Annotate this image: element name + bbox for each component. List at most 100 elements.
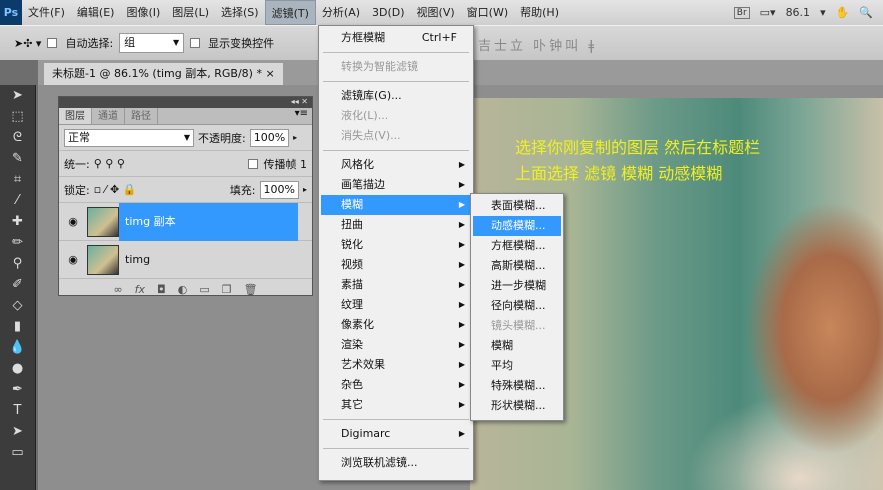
tab-paths[interactable]: 路径 — [125, 108, 158, 124]
menu-item-filter-group[interactable]: 素描 ▶ — [321, 275, 471, 295]
menu-item-filter-group[interactable]: 纹理 ▶ — [321, 295, 471, 315]
menu-filter[interactable]: 滤镜(T) — [264, 0, 316, 25]
menu-select[interactable]: 选择(S) — [215, 0, 265, 25]
menu-edit[interactable]: 编辑(E) — [71, 0, 121, 25]
panel-menu-icon[interactable]: ▾≡ — [295, 108, 312, 124]
menu-item-filter-group[interactable]: 模糊 ▶ — [321, 195, 471, 215]
menu-3d[interactable]: 3D(D) — [366, 0, 411, 25]
crop-tool-icon[interactable]: ⌗ — [0, 169, 35, 190]
menu-item-blur[interactable]: 表面模糊... — [473, 196, 561, 216]
lock-icons[interactable]: ▫ ⁄ ✥ 🔒 — [94, 183, 137, 196]
path-select-tool-icon[interactable]: ➤ — [0, 421, 35, 442]
dodge-tool-icon[interactable]: ● — [0, 358, 35, 379]
pen-tool-icon[interactable]: ✒ — [0, 379, 35, 400]
menu-analysis[interactable]: 分析(A) — [316, 0, 366, 25]
menu-item-last-filter[interactable]: 方框模糊 Ctrl+F — [321, 28, 471, 48]
eye-icon[interactable]: ◉ — [59, 253, 87, 266]
menu-item-blur[interactable]: 方框模糊... — [473, 236, 561, 256]
eyedropper-tool-icon[interactable]: ⁄ — [0, 190, 35, 211]
brush-tool-icon[interactable]: ✏ — [0, 232, 35, 253]
menu-item-digimarc[interactable]: Digimarc ▶ — [321, 424, 471, 444]
menu-item-blur[interactable]: 特殊模糊... — [473, 376, 561, 396]
history-brush-icon[interactable]: ✐ — [0, 274, 35, 295]
move-tool-icon[interactable]: ➤ — [0, 85, 35, 106]
menu-item-filter-group[interactable]: 扭曲 ▶ — [321, 215, 471, 235]
eraser-tool-icon[interactable]: ◇ — [0, 295, 35, 316]
fill-slider-button[interactable]: ▸ — [303, 185, 307, 194]
layer-row[interactable]: ◉ timg — [59, 241, 312, 279]
eye-icon[interactable]: ◉ — [59, 215, 87, 228]
group-folder-icon[interactable]: ▭ — [199, 283, 209, 296]
zoom-icon[interactable]: 🔍 — [859, 6, 873, 19]
menu-item-filter-group[interactable]: 杂色 ▶ — [321, 375, 471, 395]
menu-image[interactable]: 图像(I) — [120, 0, 166, 25]
menu-item-browse-online[interactable]: 浏览联机滤镜... — [321, 453, 471, 473]
type-tool-icon[interactable]: T — [0, 400, 35, 421]
menu-view[interactable]: 视图(V) — [411, 0, 461, 25]
menu-item-filter-group[interactable]: 视频 ▶ — [321, 255, 471, 275]
auto-select-checkbox[interactable] — [47, 38, 58, 48]
menu-item-blur[interactable]: 动感模糊... — [473, 216, 561, 236]
zoom-dropdown-icon[interactable]: ▾ — [820, 6, 826, 19]
shape-tool-icon[interactable]: ▭ — [0, 442, 35, 463]
propagate-checkbox[interactable] — [247, 158, 258, 169]
menu-help[interactable]: 帮助(H) — [514, 0, 565, 25]
menu-window[interactable]: 窗口(W) — [461, 0, 514, 25]
document-tab[interactable]: 未标题-1 @ 86.1% (timg 副本, RGB/8) * × — [44, 63, 283, 85]
menu-item-filter-group[interactable]: 锐化 ▶ — [321, 235, 471, 255]
menu-item-filter-group[interactable]: 像素化 ▶ — [321, 315, 471, 335]
fill-input[interactable]: 100% — [259, 180, 299, 199]
opacity-slider-button[interactable]: ▸ — [293, 133, 297, 142]
marquee-tool-icon[interactable]: ⬚ — [0, 106, 35, 127]
submenu-arrow-icon: ▶ — [458, 300, 465, 309]
lasso-tool-icon[interactable]: ᘓ — [0, 127, 35, 148]
trash-icon[interactable]: 🗑 — [244, 283, 258, 296]
bridge-button[interactable]: Br — [733, 6, 750, 19]
menu-item-blur[interactable]: 模糊 — [473, 336, 561, 356]
unify-icons[interactable]: ⚲ ⚲ ⚲ — [94, 157, 125, 170]
close-icon[interactable]: × — [265, 67, 274, 80]
tab-layers[interactable]: 图层 — [59, 108, 92, 124]
menu-item-filter-group[interactable]: 艺术效果 ▶ — [321, 355, 471, 375]
menu-item-blur[interactable]: 进一步模糊 — [473, 276, 561, 296]
filter-group-label: 锐化 — [341, 238, 363, 251]
layer-row[interactable]: ◉ timg 副本 — [59, 202, 312, 241]
submenu-arrow-icon: ▶ — [458, 320, 465, 329]
mask-icon[interactable]: ◘ — [157, 283, 166, 296]
opacity-input[interactable]: 100% — [249, 128, 290, 147]
blend-mode-select[interactable]: 正常 ▼ — [64, 128, 194, 147]
quick-select-tool-icon[interactable]: ✎ — [0, 148, 35, 169]
panel-header[interactable]: ◂◂ ✕ — [59, 97, 312, 108]
screen-mode-icon[interactable]: ▭▾ — [760, 6, 776, 19]
fx-icon[interactable]: fx — [135, 283, 145, 296]
adjustment-icon[interactable]: ◐ — [178, 283, 188, 296]
align-icons[interactable]: 吉士立 卟钟叫 ǂ — [478, 35, 597, 54]
menu-file[interactable]: 文件(F) — [22, 0, 71, 25]
move-tool-icon[interactable]: ➤✣ ▾ — [14, 37, 41, 50]
filter-group-label: 扭曲 — [341, 218, 363, 231]
menu-layer[interactable]: 图层(L) — [166, 0, 215, 25]
menu-item-filter-group[interactable]: 其它 ▶ — [321, 395, 471, 415]
menu-item-blur[interactable]: 高斯模糊... — [473, 256, 561, 276]
menu-bar: Ps 文件(F) 编辑(E) 图像(I) 图层(L) 选择(S) 滤镜(T) 分… — [0, 0, 883, 25]
link-icon[interactable]: ∞ — [113, 283, 122, 296]
menu-item-filter-group[interactable]: 渲染 ▶ — [321, 335, 471, 355]
gradient-tool-icon[interactable]: ▮ — [0, 316, 35, 337]
healing-tool-icon[interactable]: ✚ — [0, 211, 35, 232]
menu-item-blur[interactable]: 平均 — [473, 356, 561, 376]
hand-icon[interactable]: ✋ — [836, 6, 850, 19]
menu-item-gallery[interactable]: 滤镜库(G)... — [321, 86, 471, 106]
divider — [323, 81, 469, 82]
menu-item-filter-group[interactable]: 画笔描边 ▶ — [321, 175, 471, 195]
menu-item-blur[interactable]: 径向模糊... — [473, 296, 561, 316]
stamp-tool-icon[interactable]: ⚲ — [0, 253, 35, 274]
show-transform-checkbox[interactable] — [190, 38, 201, 48]
menu-item-filter-group[interactable]: 风格化 ▶ — [321, 155, 471, 175]
auto-select-type-select[interactable]: 组 — [119, 33, 185, 53]
new-layer-icon[interactable]: ❐ — [222, 283, 232, 296]
tab-channels[interactable]: 通道 — [92, 108, 125, 124]
blur-tool-icon[interactable]: 💧 — [0, 337, 35, 358]
submenu-arrow-icon: ▶ — [458, 380, 465, 389]
zoom-level[interactable]: 86.1 — [786, 6, 811, 19]
menu-item-blur[interactable]: 形状模糊... — [473, 396, 561, 416]
